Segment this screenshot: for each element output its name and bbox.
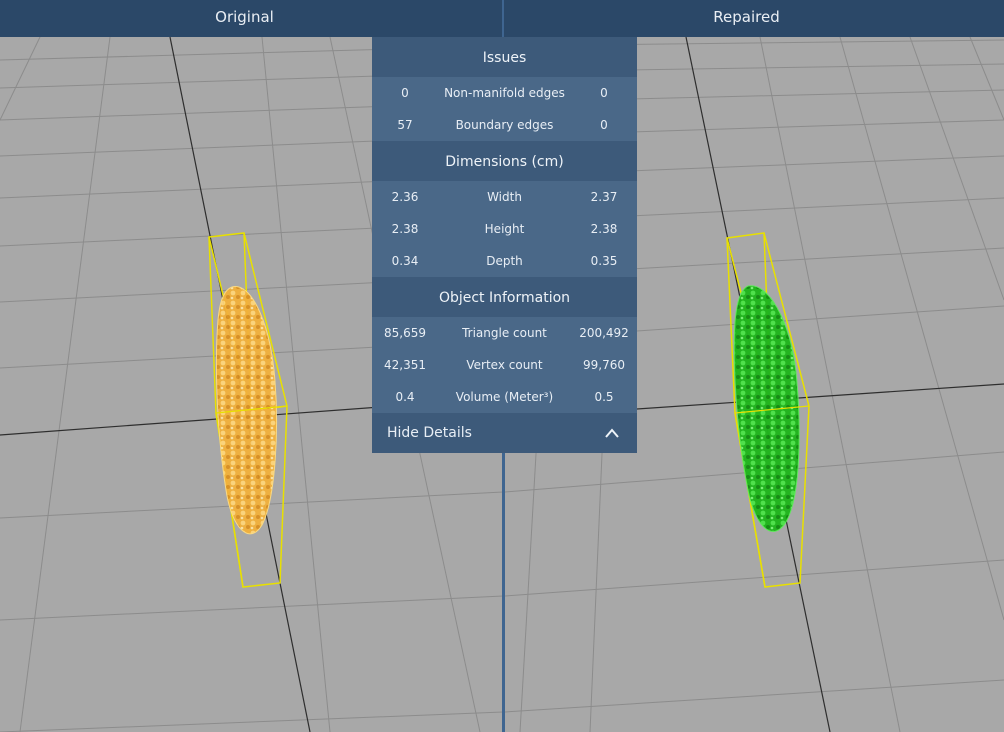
original-value: 2.38 <box>391 222 419 236</box>
original-value: 85,659 <box>384 326 426 340</box>
details-panel: Issues 0 Non-manifold edges 0 57 Boundar… <box>372 37 637 453</box>
repaired-value: 0.35 <box>590 254 618 268</box>
chevron-up-icon <box>605 428 619 438</box>
info-row-vertices: 42,351 Vertex count 99,760 <box>372 349 637 381</box>
compare-header: Original Repaired <box>0 0 1004 37</box>
original-value: 2.36 <box>391 190 419 204</box>
info-row-volume: 0.4 Volume (Meter³) 0.5 <box>372 381 637 413</box>
repaired-value: 0 <box>600 86 608 100</box>
repaired-model <box>733 285 800 532</box>
row-label: Vertex count <box>466 358 543 372</box>
row-label: Height <box>484 222 525 236</box>
issue-row-boundary: 57 Boundary edges 0 <box>372 109 637 141</box>
repaired-title: Repaired <box>713 8 780 26</box>
issue-row-non-manifold: 0 Non-manifold edges 0 <box>372 77 637 109</box>
original-value: 0.34 <box>391 254 419 268</box>
header-divider <box>502 0 504 37</box>
original-value: 57 <box>397 118 413 132</box>
original-value: 42,351 <box>384 358 426 372</box>
hide-details-label: Hide Details <box>387 425 472 441</box>
object-info-heading: Object Information <box>372 277 637 317</box>
dimension-row-height: 2.38 Height 2.38 <box>372 213 637 245</box>
repaired-value: 0.5 <box>594 390 614 404</box>
repaired-value: 2.38 <box>590 222 618 236</box>
original-value: 0.4 <box>395 390 415 404</box>
hide-details-button[interactable]: Hide Details <box>372 413 637 453</box>
issues-heading: Issues <box>372 37 637 77</box>
dimension-row-width: 2.36 Width 2.37 <box>372 181 637 213</box>
original-value: 0 <box>401 86 409 100</box>
original-title: Original <box>215 8 274 26</box>
dimensions-heading: Dimensions (cm) <box>372 141 637 181</box>
row-label: Triangle count <box>462 326 547 340</box>
repaired-value: 0 <box>600 118 608 132</box>
row-label: Boundary edges <box>455 118 554 132</box>
row-label: Width <box>487 190 522 204</box>
model-compare-view: Original Repaired Issues 0 Non-manifold … <box>0 0 1004 732</box>
info-row-triangles: 85,659 Triangle count 200,492 <box>372 317 637 349</box>
repaired-value: 99,760 <box>583 358 625 372</box>
row-label: Volume (Meter³) <box>455 390 554 404</box>
object-info-list: 85,659 Triangle count 200,492 42,351 Ver… <box>372 317 637 413</box>
dimension-row-depth: 0.34 Depth 0.35 <box>372 245 637 277</box>
row-label: Non-manifold edges <box>444 86 565 100</box>
repaired-value: 2.37 <box>590 190 618 204</box>
issues-list: 0 Non-manifold edges 0 57 Boundary edges… <box>372 77 637 141</box>
repaired-value: 200,492 <box>579 326 629 340</box>
row-label: Depth <box>486 254 523 268</box>
dimensions-list: 2.36 Width 2.37 2.38 Height 2.38 0.34 De… <box>372 181 637 277</box>
